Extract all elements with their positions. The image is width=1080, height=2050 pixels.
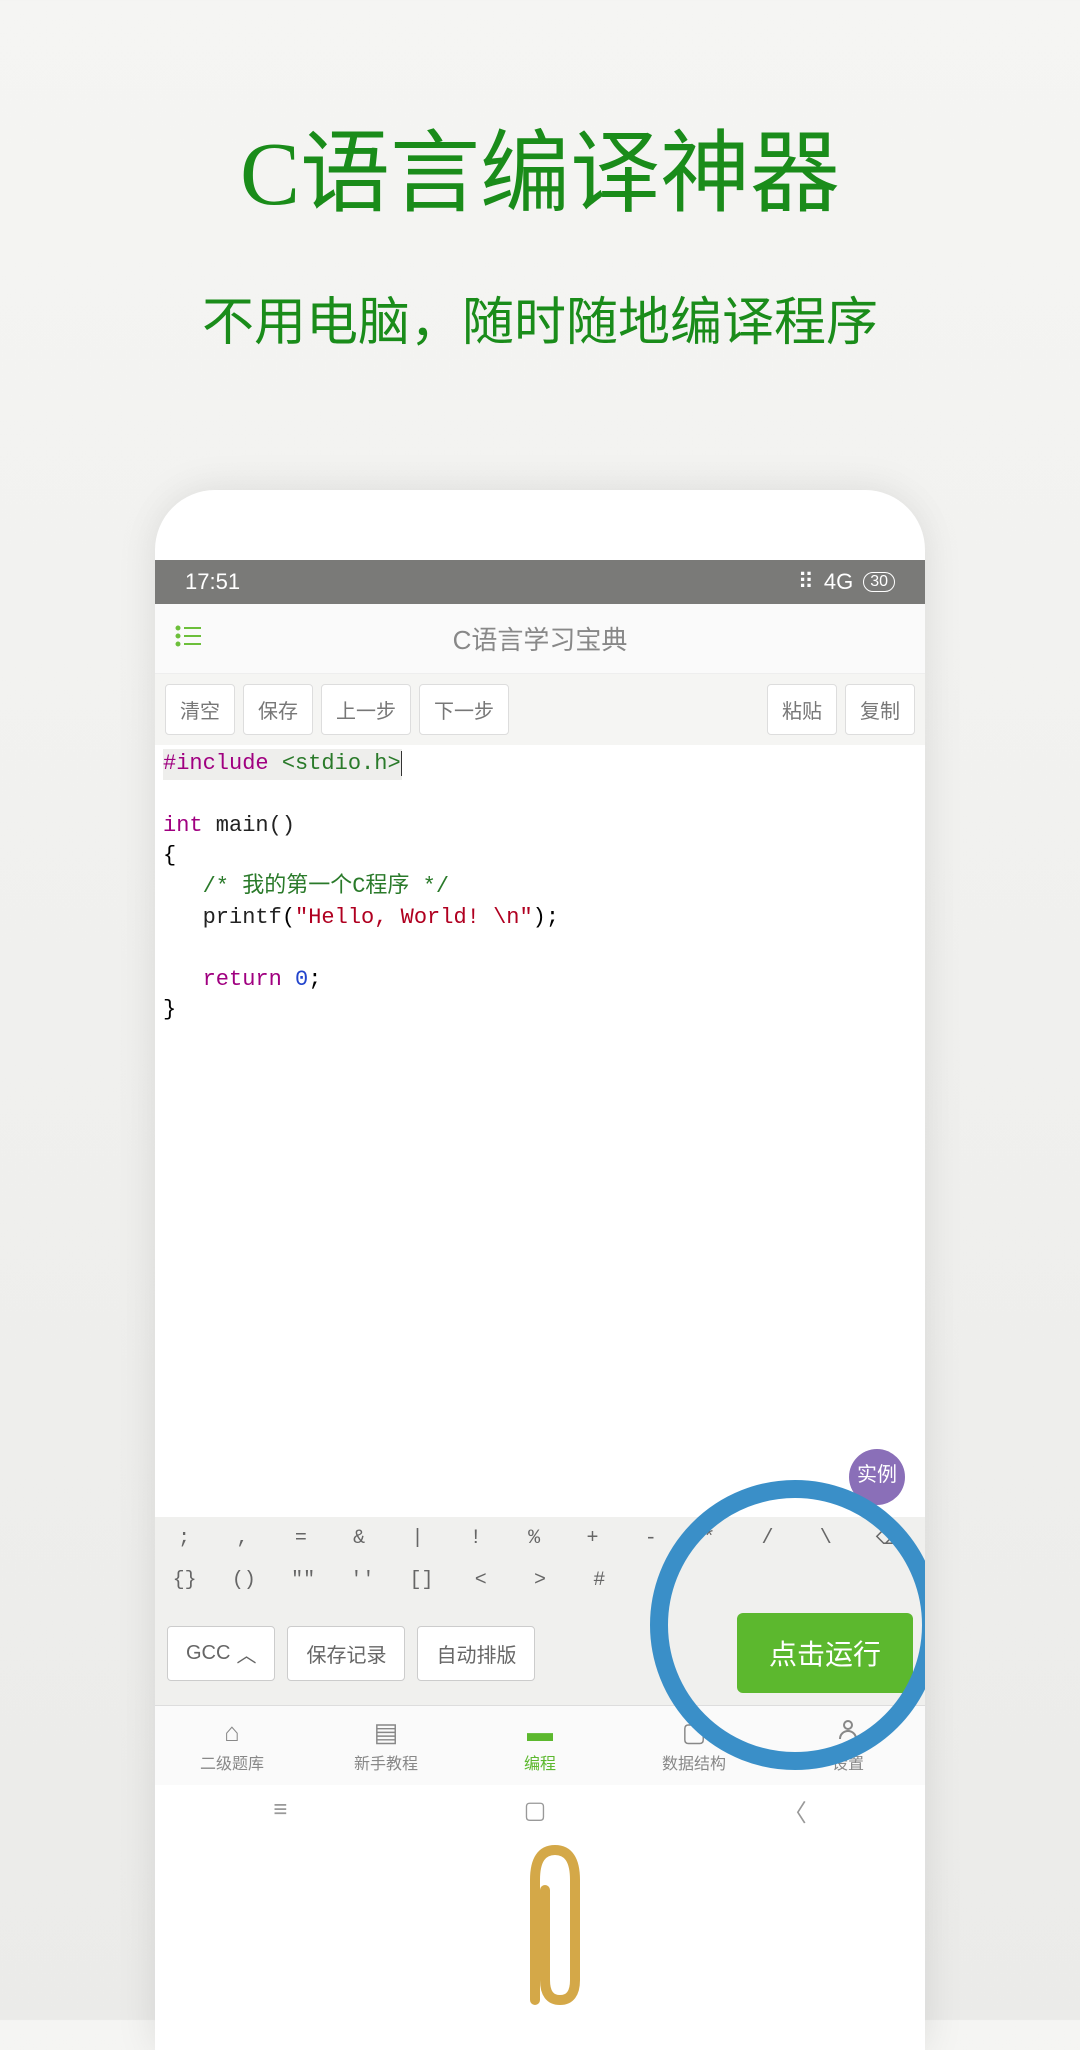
save-button[interactable]: 保存 xyxy=(243,684,313,735)
back-icon[interactable]: 〈 xyxy=(783,1793,807,1828)
sym-slash[interactable]: / xyxy=(738,1527,796,1550)
phone-mockup: 17:51 ⠿ 4G 30 C语言学习宝典 清空 保存 上一步 下一步 粘贴 复… xyxy=(155,490,925,2050)
sym-minus[interactable]: - xyxy=(622,1527,680,1550)
signal-icon: ⠿ xyxy=(798,569,814,595)
app-header: C语言学习宝典 xyxy=(155,604,925,674)
nav-tutorial[interactable]: ▤ 新手教程 xyxy=(309,1706,463,1785)
sym-bang[interactable]: ! xyxy=(447,1527,505,1550)
editor-toolbar: 清空 保存 上一步 下一步 粘贴 复制 xyxy=(155,674,925,745)
nav-data-structure[interactable]: ▢ 数据结构 xyxy=(617,1706,771,1785)
sym-amp[interactable]: & xyxy=(330,1527,388,1550)
system-nav: ≡ ▢ 〈 xyxy=(155,1785,925,1835)
bottom-toolbar: GCC ︿ 保存记录 自动排版 点击运行 xyxy=(155,1601,925,1705)
menu-icon[interactable] xyxy=(175,623,215,655)
nav-question-bank[interactable]: ⌂ 二级题库 xyxy=(155,1706,309,1785)
paste-button[interactable]: 粘贴 xyxy=(767,684,837,735)
sym-braces[interactable]: {} xyxy=(155,1569,214,1592)
sym-equals[interactable]: = xyxy=(272,1527,330,1550)
person-icon xyxy=(836,1717,860,1748)
sym-parens[interactable]: () xyxy=(214,1569,273,1592)
hero-title: C语言编译神器 xyxy=(0,100,1080,230)
compiler-select[interactable]: GCC ︿ xyxy=(167,1626,275,1681)
sym-pipe[interactable]: | xyxy=(388,1527,446,1550)
redo-button[interactable]: 下一步 xyxy=(419,684,509,735)
book-icon: ▤ xyxy=(374,1717,399,1748)
example-badge[interactable]: 实例 xyxy=(849,1449,905,1505)
data-icon: ▢ xyxy=(682,1717,707,1748)
sym-squotes[interactable]: '' xyxy=(333,1569,392,1592)
sym-plus[interactable]: + xyxy=(563,1527,621,1550)
clear-button[interactable]: 清空 xyxy=(165,684,235,735)
hero-subtitle: 不用电脑，随时随地编译程序 xyxy=(0,280,1080,355)
sym-percent[interactable]: % xyxy=(505,1527,563,1550)
sym-semicolon[interactable]: ; xyxy=(155,1527,213,1550)
app-title: C语言学习宝典 xyxy=(215,620,905,657)
network-label: 4G xyxy=(824,569,853,595)
chevron-up-icon: ︿ xyxy=(236,1639,256,1668)
sym-comma[interactable]: , xyxy=(213,1527,271,1550)
run-button[interactable]: 点击运行 xyxy=(737,1613,913,1693)
battery-icon: 30 xyxy=(863,572,895,592)
copy-button[interactable]: 复制 xyxy=(845,684,915,735)
status-bar: 17:51 ⠿ 4G 30 xyxy=(155,560,925,604)
sym-star[interactable]: * xyxy=(680,1527,738,1550)
sym-backslash[interactable]: \ xyxy=(797,1527,855,1550)
monitor-icon: ▬ xyxy=(527,1717,553,1748)
sym-gt[interactable]: > xyxy=(510,1569,569,1592)
nav-settings[interactable]: 设置 xyxy=(771,1706,925,1785)
status-time: 17:51 xyxy=(185,569,240,595)
symbol-row-1: ; , = & | ! % + - * / \ ⌫ xyxy=(155,1517,925,1559)
sym-hash[interactable]: # xyxy=(570,1569,629,1592)
undo-button[interactable]: 上一步 xyxy=(321,684,411,735)
nav-coding[interactable]: ▬ 编程 xyxy=(463,1706,617,1785)
sym-dot[interactable]: . xyxy=(629,1569,688,1592)
symbol-row-2: {} () "" '' [] < > # . xyxy=(155,1559,925,1601)
home-icon: ⌂ xyxy=(224,1717,240,1748)
bottom-nav: ⌂ 二级题库 ▤ 新手教程 ▬ 编程 ▢ 数据结构 设置 xyxy=(155,1705,925,1785)
auto-format-button[interactable]: 自动排版 xyxy=(417,1626,535,1681)
recent-icon[interactable]: ≡ xyxy=(273,1796,287,1824)
sym-brackets[interactable]: [] xyxy=(392,1569,451,1592)
code-editor[interactable]: #include <stdio.h> int main() { /* 我的第一个… xyxy=(155,745,925,1517)
backspace-icon[interactable]: ⌫ xyxy=(855,1525,925,1551)
save-record-button[interactable]: 保存记录 xyxy=(287,1626,405,1681)
home-sys-icon[interactable]: ▢ xyxy=(524,1796,547,1825)
sym-lt[interactable]: < xyxy=(451,1569,510,1592)
sym-dquotes[interactable]: "" xyxy=(273,1569,332,1592)
